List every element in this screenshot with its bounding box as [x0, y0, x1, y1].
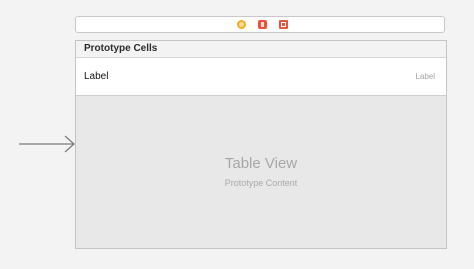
cell-detail-label[interactable]: Label: [415, 72, 435, 81]
view-controller-icon[interactable]: [237, 20, 246, 29]
section-header: Prototype Cells: [76, 41, 446, 58]
scene-dock: [75, 16, 445, 33]
exit-icon[interactable]: [279, 20, 288, 29]
table-view[interactable]: Prototype Cells Label Label Table View P…: [75, 40, 447, 249]
cell-title-label[interactable]: Label: [84, 71, 108, 82]
first-responder-icon[interactable]: [258, 20, 267, 29]
table-view-placeholder-subtitle: Prototype Content: [224, 178, 298, 188]
entry-arrow-icon[interactable]: [19, 134, 77, 154]
section-header-label: Prototype Cells: [84, 43, 158, 54]
prototype-cell[interactable]: Label Label: [76, 58, 446, 96]
table-view-placeholder-title: Table View: [224, 155, 298, 172]
